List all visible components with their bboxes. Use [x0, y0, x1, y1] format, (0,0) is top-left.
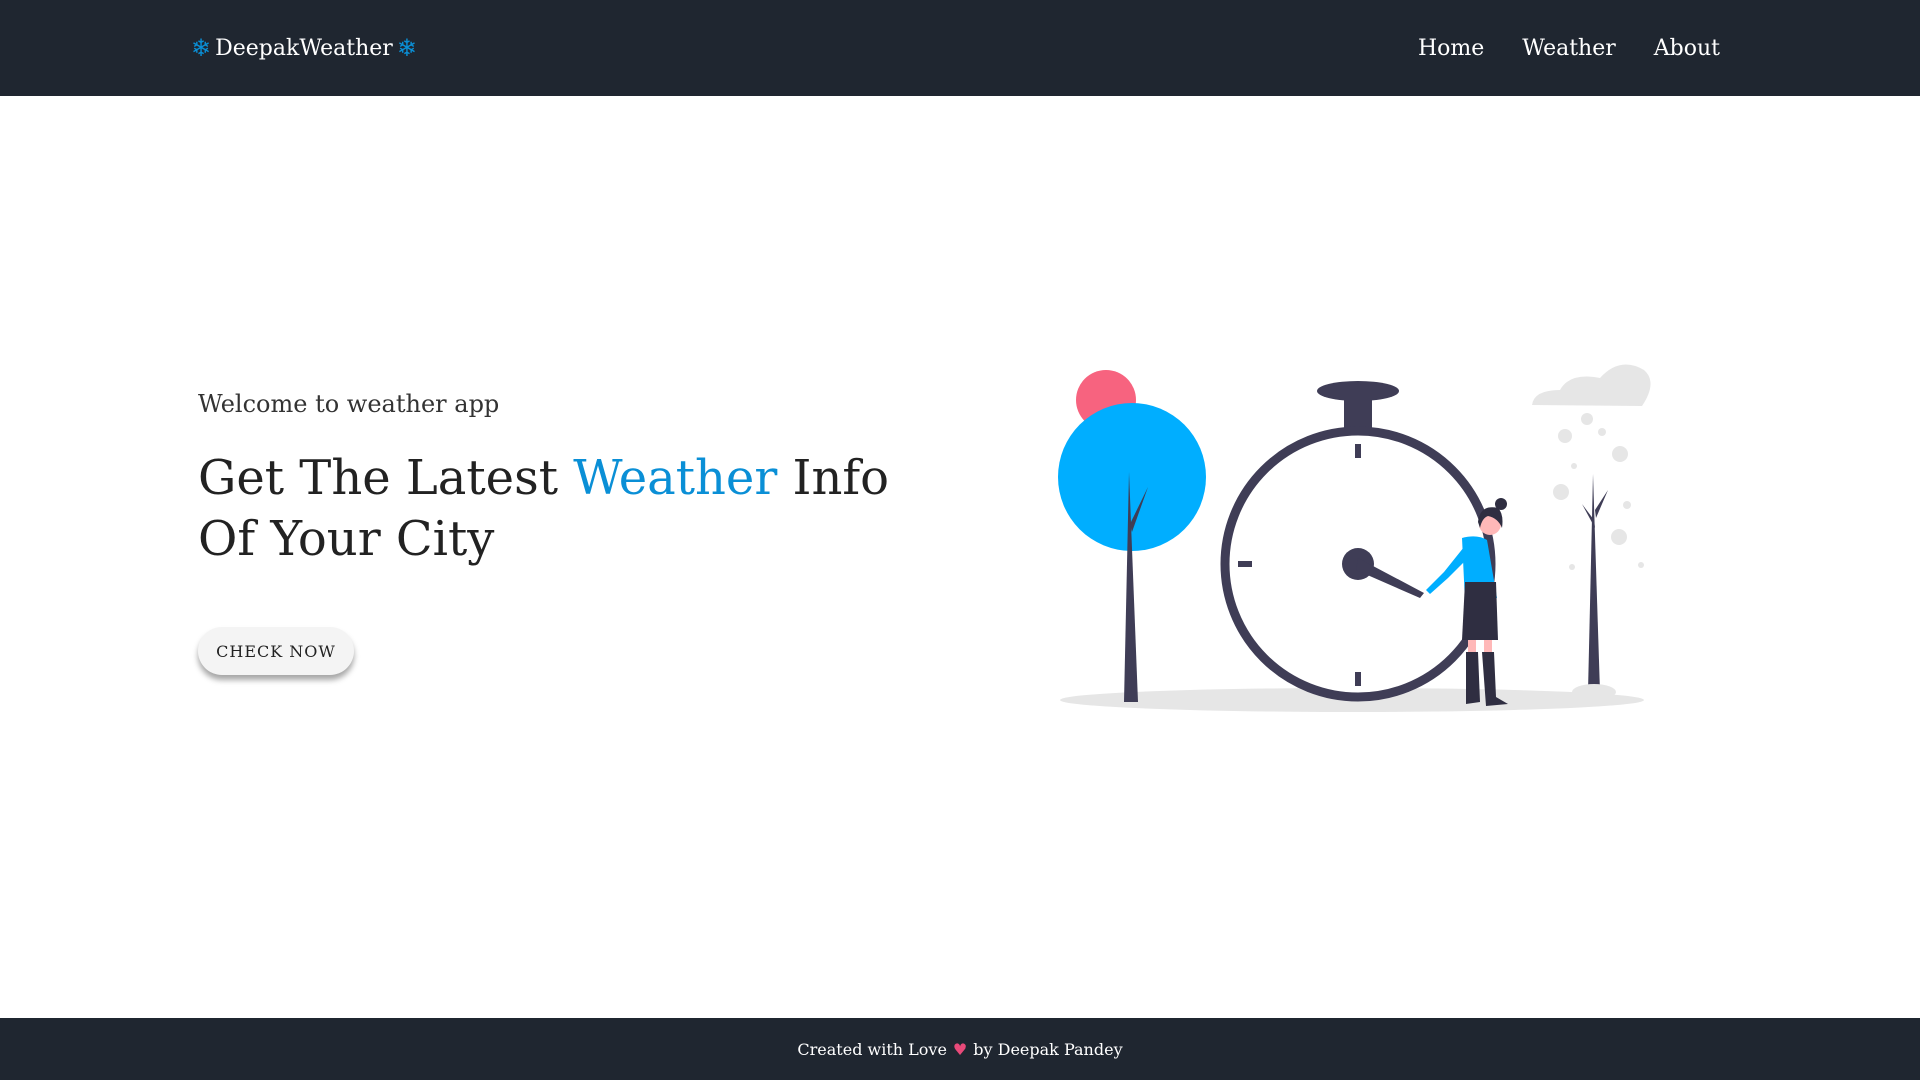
- snowflakes: [1553, 413, 1644, 570]
- nav-weather[interactable]: Weather: [1522, 36, 1616, 61]
- stopwatch-stem: [1344, 392, 1372, 428]
- woman-boot-left: [1466, 652, 1480, 704]
- brand-name: DeepakWeather: [215, 35, 393, 61]
- snowflake-icon: ❄: [396, 34, 417, 62]
- check-now-button[interactable]: CHECK NOW: [198, 627, 354, 675]
- navbar: ❄ DeepakWeather ❄ Home Weather About: [0, 0, 1920, 96]
- woman-leg-right: [1484, 640, 1492, 652]
- tick-left: [1238, 561, 1252, 567]
- tick-bottom: [1355, 672, 1361, 686]
- footer-suffix: by Deepak Pandey: [973, 1039, 1123, 1059]
- nav-home[interactable]: Home: [1418, 36, 1484, 61]
- nav-about[interactable]: About: [1654, 36, 1720, 61]
- headline: Get The Latest Weather Info Of Your City: [198, 448, 918, 570]
- cloud-icon: [1532, 364, 1651, 406]
- woman-skirt: [1462, 582, 1498, 640]
- footer-prefix: Created with Love: [797, 1039, 947, 1059]
- heart-icon: ♥: [952, 1039, 968, 1059]
- woman-leg-left: [1468, 640, 1476, 652]
- snow-mound: [1572, 684, 1616, 700]
- hero-text: Welcome to weather app Get The Latest We…: [198, 390, 918, 570]
- brand-link[interactable]: ❄ DeepakWeather ❄: [191, 0, 417, 96]
- footer: Created with Love ♥ by Deepak Pandey: [0, 1018, 1920, 1080]
- snowflake-icon: ❄: [191, 34, 212, 62]
- welcome-text: Welcome to weather app: [198, 390, 500, 418]
- tick-top: [1355, 444, 1361, 458]
- stopwatch-woman-illustration: [1058, 364, 1651, 712]
- bare-tree-branch: [1582, 490, 1608, 528]
- nav-links: Home Weather About: [1418, 0, 1720, 96]
- headline-prefix: Get The Latest: [198, 450, 574, 506]
- headline-accent: Weather: [573, 450, 778, 506]
- woman-hair-bun: [1495, 498, 1507, 510]
